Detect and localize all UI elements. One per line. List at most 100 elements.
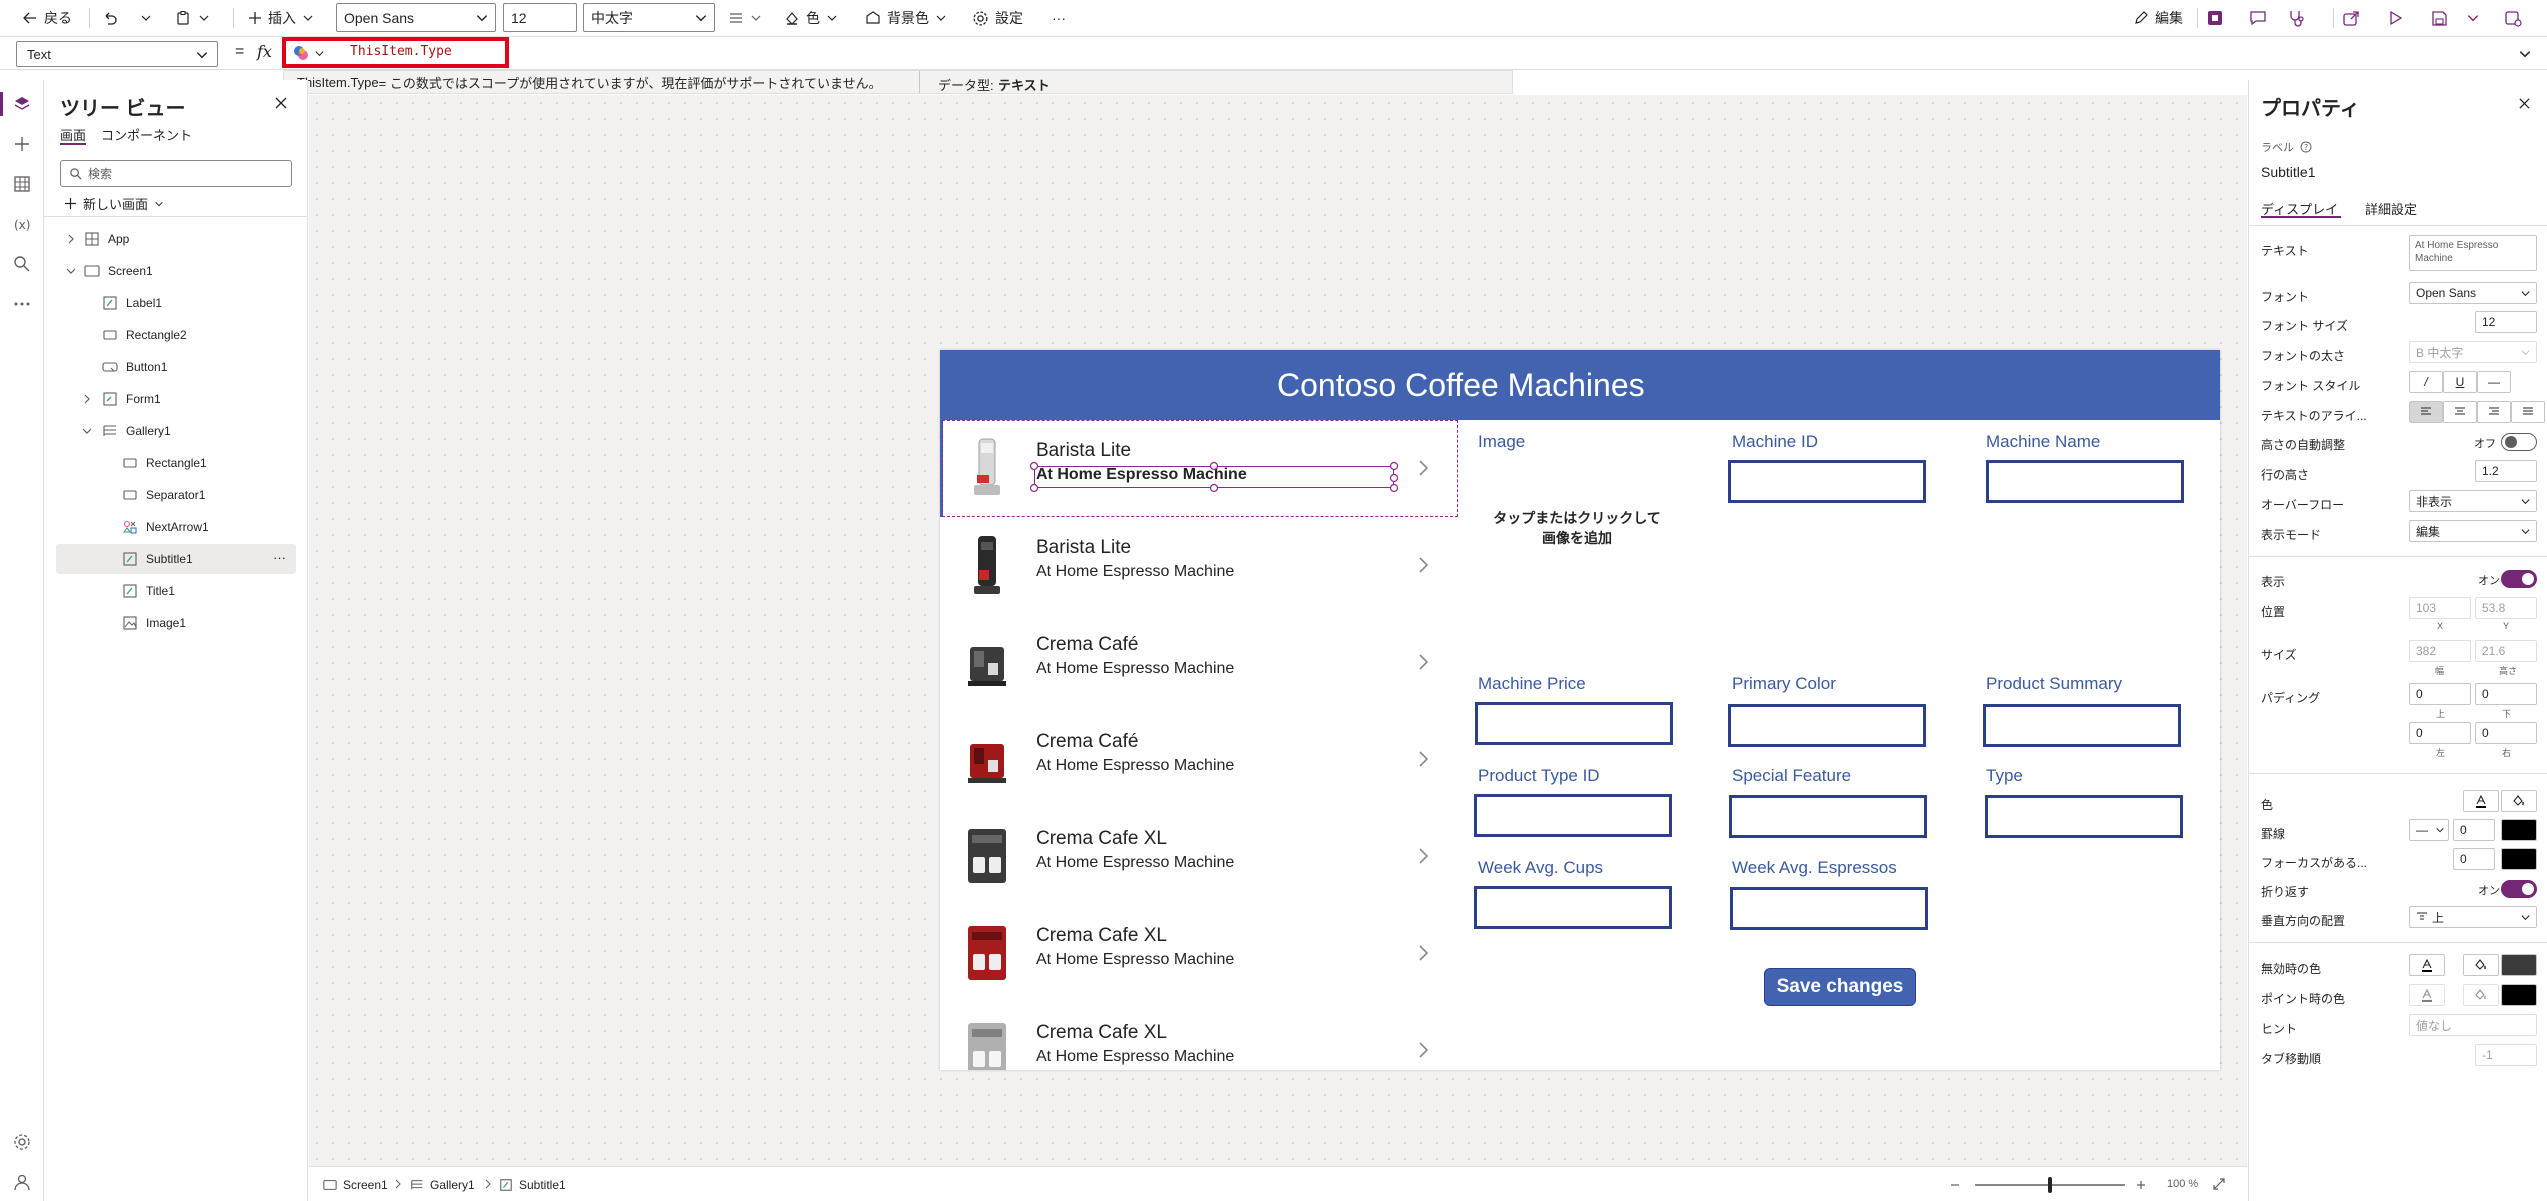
breadcrumb-subtitle1[interactable]: Subtitle1 [499,1176,566,1194]
fill-button[interactable]: 背景色 [865,6,947,30]
resize-handle[interactable] [1029,483,1039,493]
prop-height-input[interactable]: 21.6 [2475,640,2537,662]
copilot-button[interactable] [292,41,325,65]
gallery-item[interactable]: Crema Café At Home Espresso Machine [940,614,1460,711]
autoheight-toggle[interactable] [2501,433,2537,451]
undo-button[interactable] [102,6,118,30]
gallery-item[interactable]: Barista Lite At Home Espresso Machine [940,420,1460,517]
prop-font-select[interactable]: Open Sans [2409,282,2537,304]
prop-tooltip-input[interactable]: 値なし [2409,1014,2537,1036]
zoom-in-icon[interactable] [2135,1179,2147,1191]
help-icon[interactable]: ? [2300,141,2312,153]
resize-handle[interactable] [1029,461,1039,471]
insert-button[interactable]: 插入 [248,6,314,30]
tab-advanced[interactable]: 詳細設定 [2365,199,2417,218]
prop-width-input[interactable]: 382 [2409,640,2471,662]
disabled-border-color-swatch[interactable] [2501,954,2537,976]
focus-border-input[interactable]: 0 [2453,848,2495,870]
disabled-text-color-button[interactable] [2409,954,2445,976]
machine-name-input[interactable] [1986,460,2184,503]
tree-item-nextarrow1[interactable]: NextArrow1 [56,512,296,542]
border-color-swatch[interactable] [2501,819,2537,841]
close-icon[interactable] [274,96,288,110]
color-button[interactable]: 色 [784,6,838,30]
undo-dropdown[interactable] [140,6,152,30]
tree-item-gallery1[interactable]: Gallery1 [56,416,296,446]
share-button[interactable] [2342,6,2360,30]
week-avg-cups-input[interactable] [1474,886,1672,929]
paste-dropdown[interactable] [198,6,210,30]
resize-handle[interactable] [1389,483,1399,493]
chevron-right-icon[interactable] [1417,555,1431,575]
resize-handle[interactable] [1209,461,1219,471]
design-canvas[interactable]: Contoso Coffee Machines Barista Lite At … [309,95,2247,1166]
property-dropdown[interactable]: Text [16,41,218,67]
font-select[interactable]: Open Sans [336,3,496,32]
account-icon[interactable] [12,1172,32,1192]
tree-item-rectangle2[interactable]: Rectangle2 [56,320,296,350]
product-summary-input[interactable] [1983,704,2181,747]
week-avg-espressos-input[interactable] [1730,887,1928,930]
save-dropdown[interactable] [2466,6,2480,30]
strikethrough-button[interactable]: — [2477,371,2511,393]
tab-components[interactable]: コンポーネント [101,125,192,144]
prop-font-size-input[interactable]: 12 [2475,311,2537,333]
tree-item-form1[interactable]: Form1 [56,384,296,414]
chevron-right-icon[interactable] [1417,846,1431,866]
prop-font-weight-select[interactable]: B 中太字 [2409,341,2537,363]
close-icon[interactable] [2518,97,2531,110]
breadcrumb-gallery1[interactable]: Gallery1 [410,1176,475,1194]
chevron-right-icon[interactable] [1417,458,1431,478]
disabled-fill-color-button[interactable] [2463,954,2499,976]
special-feature-input[interactable] [1729,795,1927,838]
gallery-item[interactable]: Crema Cafe XL At Home Espresso Machine [940,808,1460,905]
comments-button[interactable] [2249,6,2267,30]
tab-screens[interactable]: 画面 [60,125,86,144]
visible-toggle[interactable] [2501,570,2537,588]
zoom-slider[interactable] [1975,1177,2125,1193]
insert-icon[interactable] [12,134,32,154]
align-center-button[interactable] [2443,401,2477,423]
checker-button[interactable] [2287,6,2305,30]
fill-color-button[interactable] [2501,790,2537,812]
prop-x-input[interactable]: 103 [2409,597,2471,619]
gallery-item[interactable]: Crema Cafe XL At Home Espresso Machine [940,905,1460,1002]
tree-item-rectangle1[interactable]: Rectangle1 [56,448,296,478]
hover-text-color-button[interactable] [2409,984,2445,1006]
tree-item-image1[interactable]: Image1 [56,608,296,638]
search-icon[interactable] [12,254,32,274]
tree-item-app[interactable]: App [56,224,296,254]
preview-button[interactable] [2386,6,2404,30]
wrap-toggle[interactable] [2501,880,2537,898]
machine-id-input[interactable] [1728,460,1926,503]
resize-handle[interactable] [1389,461,1399,471]
save-changes-button[interactable]: Save changes [1764,968,1916,1006]
text-color-button[interactable] [2463,790,2499,812]
prop-display-mode-select[interactable]: 編集 [2409,520,2537,542]
formula-input[interactable]: ThisItem.Type [350,44,452,59]
type-input[interactable] [1985,795,2183,838]
hover-fill-color-button[interactable] [2463,984,2499,1006]
tree-item-button1[interactable]: Button1 [56,352,296,382]
tree-item-screen1[interactable]: Screen1 [56,256,296,286]
back-button[interactable]: 戻る [22,6,72,30]
chevron-right-icon[interactable] [1417,652,1431,672]
product-type-id-input[interactable] [1474,794,1672,837]
tree-item-more-button[interactable]: ··· [273,550,286,565]
border-thickness-input[interactable]: 0 [2453,819,2495,841]
chevron-right-icon[interactable] [1417,943,1431,963]
add-image-control[interactable]: タップまたはクリックして画像を追加 [1478,458,1676,598]
gear-icon[interactable] [12,1132,32,1152]
hover-border-color-swatch[interactable] [2501,984,2537,1006]
prop-line-height-input[interactable]: 1.2 [2475,460,2537,482]
more-icon[interactable] [12,294,32,314]
settings-button[interactable]: 設定 [972,6,1023,30]
zoom-slider-thumb[interactable] [2048,1177,2052,1193]
resize-handle[interactable] [1389,473,1399,483]
chevron-right-icon[interactable] [1417,1040,1431,1060]
font-size-input[interactable]: 12 [503,3,577,32]
align-left-button[interactable] [2409,401,2443,423]
prop-tab-index-input[interactable]: -1 [2475,1044,2537,1066]
tree-search-input[interactable]: 検索 [60,160,292,187]
align-justify-button[interactable] [2511,401,2545,423]
